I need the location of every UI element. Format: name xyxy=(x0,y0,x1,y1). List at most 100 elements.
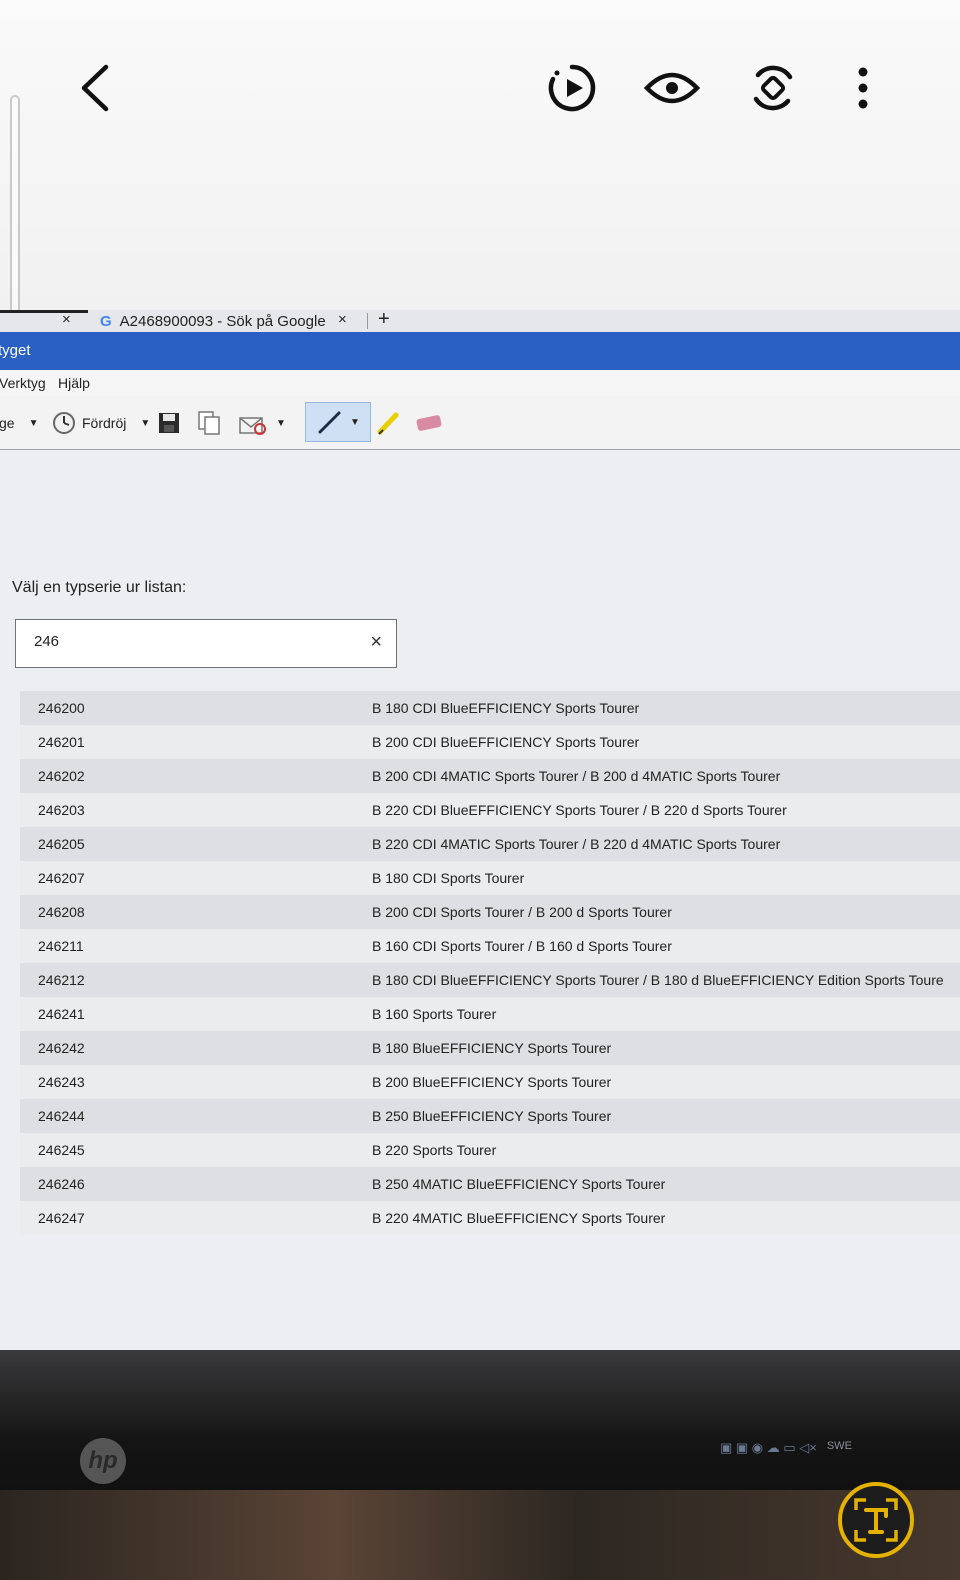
back-arrow-icon[interactable] xyxy=(70,58,120,118)
desk-surface xyxy=(0,1490,960,1580)
model-name: B 250 4MATIC BlueEFFICIENCY Sports Toure… xyxy=(372,1176,666,1192)
send-button[interactable]: ▼ xyxy=(238,410,286,436)
content-area: Välj en typserie ur listan: 246 × 246200… xyxy=(0,451,960,1350)
copy-icon xyxy=(198,411,220,435)
eraser-icon xyxy=(416,415,442,431)
type-code: 246245 xyxy=(38,1142,85,1158)
list-item[interactable]: 246212 B 180 CDI BlueEFFICIENCY Sports To… xyxy=(20,963,960,997)
model-name: B 200 CDI Sports Tourer / B 200 d Sports… xyxy=(372,904,672,920)
list-item[interactable]: 246205 B 220 CDI 4MATIC Sports Tourer / B… xyxy=(20,827,960,861)
model-name: B 200 CDI 4MATIC Sports Tourer / B 200 d… xyxy=(372,768,781,784)
list-item[interactable]: 246244 B 250 BlueEFFICIENCY Sports Tourer xyxy=(20,1099,960,1133)
save-icon xyxy=(159,413,179,433)
delay-label: Fördröj xyxy=(82,415,127,431)
model-name: B 180 CDI BlueEFFICIENCY Sports Tourer /… xyxy=(372,972,944,988)
type-series-list: 246200 B 180 CDI BlueEFFICIENCY Sports To… xyxy=(20,691,960,1235)
monitor-bezel: hp ▣ ▣ ◉ ☁ ▭ ◁× SWE xyxy=(0,1350,960,1580)
window-title-bar: tyget xyxy=(0,332,960,370)
dropdown-caret-icon: ▼ xyxy=(28,417,39,429)
menu-verktyg[interactable]: Verktyg xyxy=(0,375,46,391)
toolbar: ge ▼ Fördröj ▼ ▼ ▼ xyxy=(0,396,960,450)
model-name: B 220 CDI BlueEFFICIENCY Sports Tourer /… xyxy=(372,802,787,818)
type-code: 246212 xyxy=(38,972,85,988)
list-item[interactable]: 246202 B 200 CDI 4MATIC Sports Tourer / B… xyxy=(20,759,960,793)
type-code: 246205 xyxy=(38,836,85,852)
highlighter-button[interactable] xyxy=(376,410,402,436)
type-code: 246201 xyxy=(38,734,85,750)
save-button[interactable] xyxy=(158,410,180,436)
mode-dropdown[interactable]: ge ▼ xyxy=(0,410,38,436)
type-code: 246211 xyxy=(38,938,84,954)
pen-icon xyxy=(318,411,341,434)
mode-label: ge xyxy=(0,415,15,431)
list-item[interactable]: 246247 B 220 4MATIC BlueEFFICIENCY Sports… xyxy=(20,1201,960,1235)
model-name: B 200 BlueEFFICIENCY Sports Tourer xyxy=(372,1074,612,1090)
list-prompt: Välj en typserie ur listan: xyxy=(12,579,187,596)
close-tab-icon[interactable]: × xyxy=(62,311,71,328)
list-item[interactable]: 246201 B 200 CDI BlueEFFICIENCY Sports To… xyxy=(20,725,960,759)
model-name: B 180 BlueEFFICIENCY Sports Tourer xyxy=(372,1040,612,1056)
eye-icon[interactable] xyxy=(642,58,702,118)
eraser-button[interactable] xyxy=(414,410,444,436)
new-tab-button[interactable]: + xyxy=(378,310,390,331)
list-item[interactable]: 246241 B 160 Sports Tourer xyxy=(20,997,960,1031)
dropdown-caret-icon: ▼ xyxy=(276,417,286,429)
text-scan-icon[interactable] xyxy=(838,1482,914,1558)
menu-bar: Verktyg Hjälp xyxy=(0,370,960,396)
close-tab-icon[interactable]: × xyxy=(338,311,347,328)
motion-photo-icon[interactable] xyxy=(542,58,602,118)
viewer-top-bar xyxy=(0,0,960,310)
google-icon: G xyxy=(100,312,112,330)
model-name: B 250 BlueEFFICIENCY Sports Tourer xyxy=(372,1108,612,1124)
copy-button[interactable] xyxy=(198,410,220,436)
delay-dropdown[interactable]: Fördröj ▼ xyxy=(52,410,150,436)
type-code: 246242 xyxy=(38,1040,85,1056)
search-value: 246 xyxy=(34,633,60,650)
tab-separator xyxy=(367,313,368,329)
model-name: B 200 CDI BlueEFFICIENCY Sports Tourer xyxy=(372,734,640,750)
model-name: B 180 CDI BlueEFFICIENCY Sports Tourer xyxy=(372,700,640,716)
type-code: 246247 xyxy=(38,1210,85,1226)
type-code: 246208 xyxy=(38,904,85,920)
dropdown-caret-icon: ▼ xyxy=(140,417,151,429)
list-item[interactable]: 246200 B 180 CDI BlueEFFICIENCY Sports To… xyxy=(20,691,960,725)
model-name: B 220 Sports Tourer xyxy=(372,1142,497,1158)
list-item[interactable]: 246242 B 180 BlueEFFICIENCY Sports Tourer xyxy=(20,1031,960,1065)
clear-icon[interactable]: × xyxy=(370,631,382,654)
rotate-icon[interactable] xyxy=(743,58,803,118)
model-name: B 220 CDI 4MATIC Sports Tourer / B 220 d… xyxy=(372,836,781,852)
list-item[interactable]: 246211 B 160 CDI Sports Tourer / B 160 d … xyxy=(20,929,960,963)
more-options-icon[interactable] xyxy=(845,58,881,118)
list-item[interactable]: 246245 B 220 Sports Tourer xyxy=(20,1133,960,1167)
model-name: B 180 CDI Sports Tourer xyxy=(372,870,525,886)
search-input[interactable]: 246 × xyxy=(15,619,397,668)
window-title: tyget xyxy=(0,342,31,359)
tab-title: A2468900093 - Sök på Google xyxy=(119,312,326,330)
list-item[interactable]: 246243 B 200 BlueEFFICIENCY Sports Tourer xyxy=(20,1065,960,1099)
list-item[interactable]: 246207 B 180 CDI Sports Tourer xyxy=(20,861,960,895)
type-code: 246243 xyxy=(38,1074,85,1090)
list-item[interactable]: 246208 B 200 CDI Sports Tourer / B 200 d … xyxy=(20,895,960,929)
list-item[interactable]: 246246 B 250 4MATIC BlueEFFICIENCY Sports… xyxy=(20,1167,960,1201)
menu-hjalp[interactable]: Hjälp xyxy=(58,375,90,391)
highlighter-icon xyxy=(377,412,399,435)
type-code: 246246 xyxy=(38,1176,85,1192)
tab-google-search[interactable]: G A2468900093 - Sök på Google xyxy=(100,310,326,332)
system-tray: ▣ ▣ ◉ ☁ ▭ ◁× SWE xyxy=(720,1440,852,1456)
dropdown-caret-icon: ▼ xyxy=(350,416,360,428)
type-code: 246244 xyxy=(38,1108,85,1124)
hp-logo: hp xyxy=(80,1438,126,1484)
pen-tool-button[interactable]: ▼ xyxy=(305,402,371,442)
type-code: 246203 xyxy=(38,802,85,818)
tray-icons: ▣ ▣ ◉ ☁ ▭ ◁× xyxy=(720,1440,817,1455)
list-item[interactable]: 246203 B 220 CDI BlueEFFICIENCY Sports To… xyxy=(20,793,960,827)
type-code: 246241 xyxy=(38,1006,85,1022)
envelope-icon xyxy=(239,417,266,435)
tab-indicator xyxy=(0,310,88,313)
type-code: 246207 xyxy=(38,870,85,886)
type-code: 246200 xyxy=(38,700,85,716)
model-name: B 160 CDI Sports Tourer / B 160 d Sports… xyxy=(372,938,672,954)
photographed-screen: × G A2468900093 - Sök på Google × + tyge… xyxy=(0,310,960,1350)
type-code: 246202 xyxy=(38,768,85,784)
clock-icon xyxy=(53,412,75,434)
